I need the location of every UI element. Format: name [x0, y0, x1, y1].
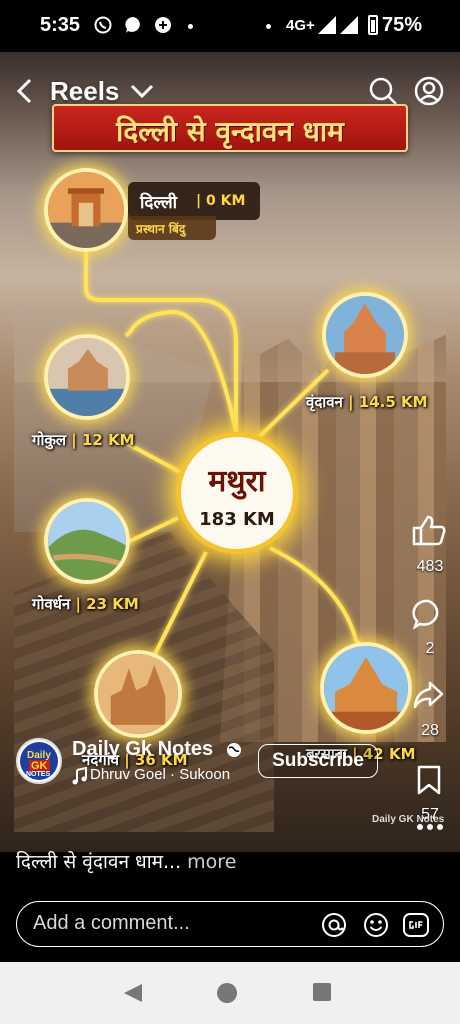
status-time: 5:35 [40, 14, 81, 36]
nandgaon-temple-image [98, 654, 178, 734]
search-icon[interactable] [368, 76, 398, 106]
dot-icon [266, 24, 271, 29]
app-icon [155, 17, 171, 33]
node-vrindavan [322, 292, 408, 378]
center-km: 183 KM [199, 509, 275, 530]
node-barsana [320, 642, 412, 734]
globe-icon [227, 743, 241, 757]
node-nandgaon [94, 650, 182, 738]
node-govardhan [44, 498, 130, 584]
back-nav-icon[interactable] [122, 982, 144, 1004]
barsana-temple-image [324, 646, 408, 730]
vrindavan-temple-image [326, 296, 404, 374]
india-gate-image [48, 172, 124, 248]
start-km: | 0 KM [196, 193, 246, 209]
whatsapp-icon [94, 16, 112, 34]
messenger-icon [125, 17, 140, 33]
chevron-down-icon[interactable] [130, 84, 154, 98]
start-name: दिल्ली [140, 193, 178, 213]
more-link[interactable]: more [187, 851, 236, 873]
label-vrindavan: वृंदावन | 14.5 KM [306, 393, 428, 411]
govardhan-hill-image [48, 502, 126, 580]
comment-placeholder: Add a comment... [33, 912, 190, 934]
network-type: 4G+ [286, 17, 315, 34]
back-icon[interactable] [14, 78, 36, 104]
mention-icon[interactable] [321, 912, 347, 938]
dot-icon [188, 24, 193, 29]
signal-icon [340, 16, 358, 34]
comment-icon[interactable] [412, 598, 444, 630]
save-icon[interactable] [416, 764, 442, 796]
signal-icon [318, 16, 336, 34]
caption[interactable]: दिल्ली से वृंदावन धाम... more [16, 848, 236, 874]
banner-text: दिल्ली से वृन्दावन धाम [116, 115, 344, 148]
system-nav-bar [0, 962, 460, 1024]
music-note-icon [72, 767, 87, 785]
node-delhi [44, 168, 128, 252]
author-name[interactable]: Daily Gk Notes [72, 738, 213, 761]
battery-icon [368, 15, 378, 35]
reels-title[interactable]: Reels [50, 76, 119, 107]
audio-track[interactable]: Dhruv Goel · Sukoon [90, 766, 230, 783]
like-icon[interactable] [412, 514, 446, 546]
like-count: 483 [416, 558, 444, 575]
reel-video[interactable]: Reels दिल्ली से वृन्दावन धाम दिल्ली | 0 … [0, 52, 460, 852]
subscribe-button[interactable]: Subscribe [258, 744, 378, 778]
label-govardhan: गोवर्धन | 23 KM [32, 595, 139, 613]
profile-icon[interactable] [414, 76, 444, 106]
comment-count: 2 [425, 640, 435, 657]
center-name: मथुरा [208, 464, 266, 499]
more-options-icon[interactable] [416, 822, 444, 832]
share-count: 28 [421, 722, 439, 739]
emoji-icon[interactable] [363, 912, 389, 938]
share-icon[interactable] [412, 680, 444, 710]
recents-nav-icon[interactable] [312, 982, 332, 1002]
title-banner: दिल्ली से वृन्दावन धाम [52, 104, 408, 152]
avatar-text: NOTES [26, 771, 51, 778]
comment-field[interactable]: Add a comment... [16, 901, 444, 947]
status-bar: 5:35 4G+ 75% [0, 0, 460, 52]
battery-percent: 75% [382, 14, 423, 36]
label-gokul: गोकुल | 12 KM [32, 431, 135, 449]
home-nav-icon[interactable] [216, 982, 238, 1004]
avatar-logo: Daily GK NOTES [20, 742, 58, 780]
center-mathura: मथुरा 183 KM [176, 432, 298, 554]
gif-icon[interactable] [403, 912, 429, 938]
start-subtitle: प्रस्थान बिंदु [136, 222, 186, 236]
node-gokul [44, 334, 130, 420]
gokul-temple-image [48, 338, 126, 416]
avatar[interactable]: Daily GK NOTES [16, 738, 62, 784]
